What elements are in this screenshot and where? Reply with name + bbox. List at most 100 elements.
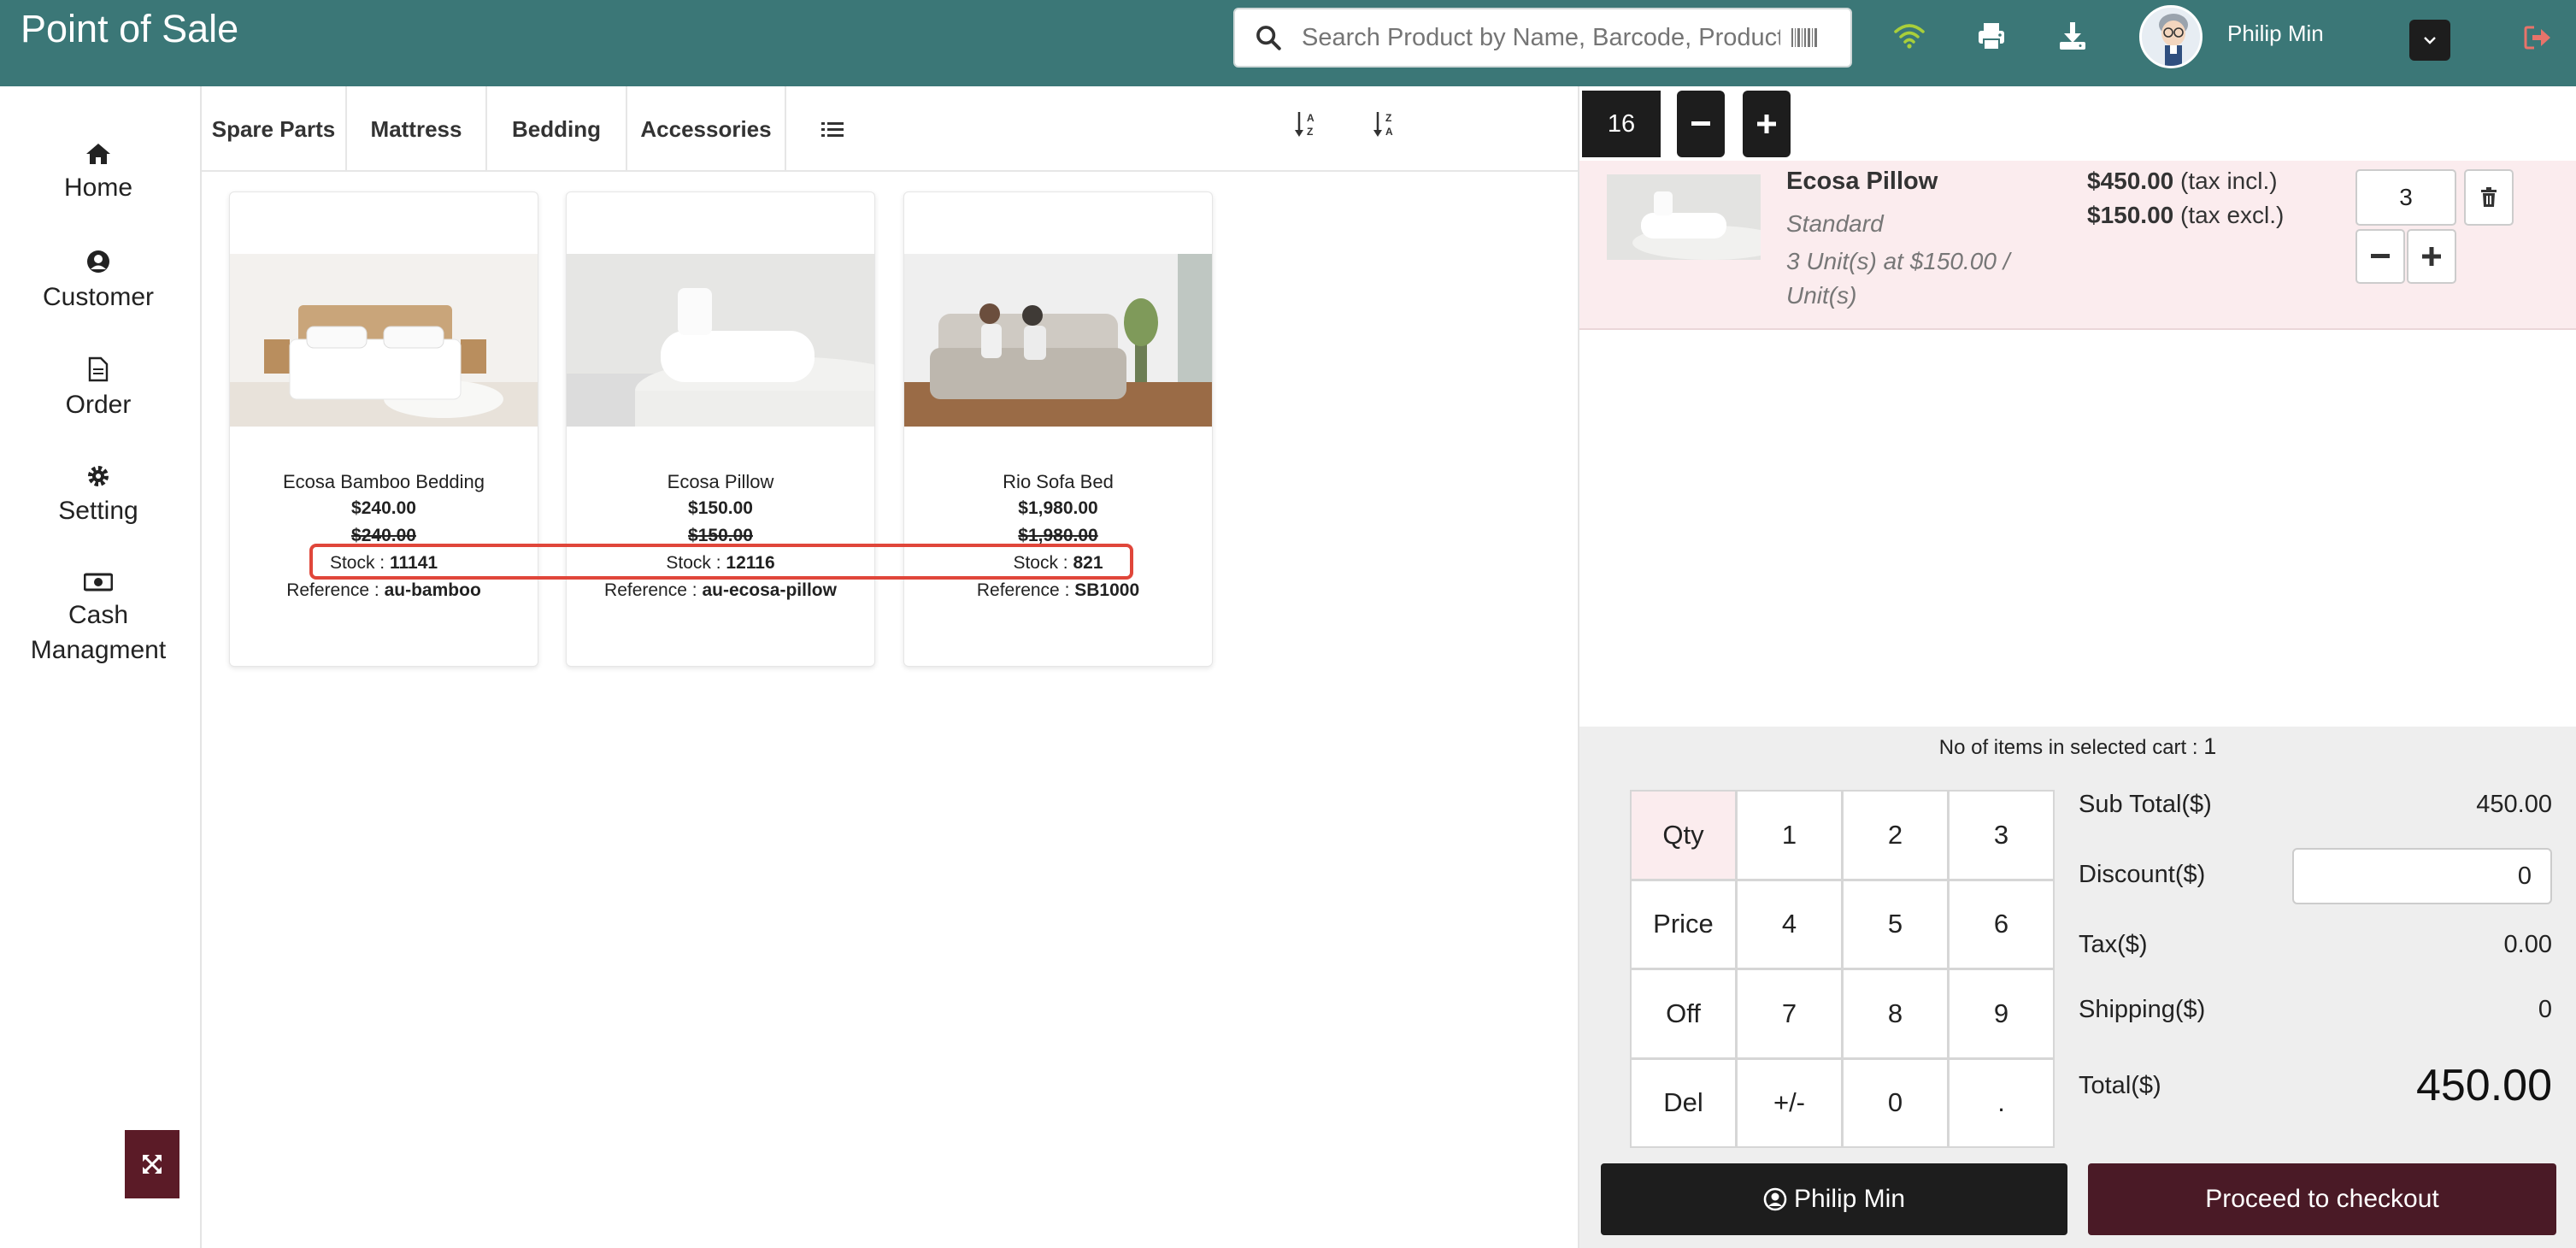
numpad-key-7[interactable]: 7: [1736, 968, 1843, 1059]
sidebar-item-label: Setting: [58, 497, 138, 525]
items-count-value: 1: [2203, 733, 2217, 759]
product-card-rio-sofa-bed[interactable]: Rio Sofa Bed $1,980.00 $1,980.00 Stock :…: [903, 191, 1213, 667]
shipping-label: Shipping($): [2079, 996, 2206, 1023]
sidebar-item-label: Cash Managment: [30, 601, 167, 664]
user-circle-icon: [1763, 1187, 1787, 1211]
total-label: Total($): [2079, 1072, 2161, 1099]
delete-item-button[interactable]: [2464, 169, 2514, 226]
sidebar-item-home[interactable]: Home: [0, 143, 197, 205]
increase-qty-button[interactable]: [2407, 229, 2456, 284]
sort-a-z-icon[interactable]: A Z: [1294, 109, 1320, 138]
remove-cart-button[interactable]: [1677, 91, 1725, 157]
top-bar: Point of Sale Search Product by Name, Ba…: [0, 0, 2576, 86]
print-icon[interactable]: [1974, 19, 2008, 53]
home-icon: [86, 144, 110, 164]
tax-value: 0.00: [2503, 931, 2552, 958]
product-reference: Reference : SB1000: [904, 580, 1212, 601]
sort-z-a-icon[interactable]: Z A: [1373, 109, 1398, 138]
select-customer-button[interactable]: Philip Min: [1601, 1163, 2067, 1235]
cart-item-detail: 3 Unit(s) at $150.00 / Unit(s): [1786, 248, 2010, 309]
subtotal-value: 450.00: [2476, 791, 2552, 818]
app-title: Point of Sale: [21, 7, 239, 50]
stock-highlight-annotation: [309, 544, 1133, 580]
numpad-key-3[interactable]: 3: [1948, 790, 2055, 880]
sidebar-item-cash-managment[interactable]: Cash Managment: [0, 572, 197, 668]
product-name: Ecosa Pillow: [667, 471, 774, 492]
numpad-key-decimal[interactable]: .: [1948, 1057, 2055, 1148]
numpad-key-6[interactable]: 6: [1948, 879, 2055, 969]
product-card-ecosa-bamboo-bedding[interactable]: Ecosa Bamboo Bedding $240.00 $240.00 Sto…: [229, 191, 538, 667]
svg-text:Z: Z: [1385, 112, 1391, 124]
product-image: [230, 254, 538, 427]
cart-number-button[interactable]: 16: [1582, 91, 1661, 157]
add-cart-button[interactable]: [1743, 91, 1791, 157]
list-view-button[interactable]: [786, 86, 879, 172]
sidebar-item-setting[interactable]: Setting: [0, 464, 197, 528]
minus-icon: [2371, 254, 2390, 258]
trash-icon: [2481, 187, 2497, 207]
shipping-value: 0: [2538, 996, 2552, 1023]
cart-item-price-incl: $450.00 (tax incl.): [2087, 168, 2278, 195]
category-tab-bedding[interactable]: Bedding: [487, 86, 627, 172]
discount-input[interactable]: 0: [2292, 848, 2552, 904]
reference-label: Reference :: [604, 580, 703, 600]
barcode-icon[interactable]: [1791, 26, 1818, 49]
numpad-key-qty[interactable]: Qty: [1630, 790, 1737, 880]
numpad-key-off[interactable]: Off: [1630, 968, 1737, 1059]
product-price: $1,980.00: [1018, 498, 1098, 518]
category-tab-spare-parts[interactable]: Spare Parts: [202, 86, 347, 172]
svg-text:A: A: [1385, 126, 1393, 138]
checkout-button[interactable]: Proceed to checkout: [2088, 1163, 2556, 1235]
numpad-key-del[interactable]: Del: [1630, 1057, 1737, 1148]
category-tab-accessories[interactable]: Accessories: [627, 86, 786, 172]
sidebar-item-label: Home: [63, 174, 133, 202]
chevron-down-icon: [2424, 37, 2436, 44]
cart-item-quantity-input[interactable]: 3: [2355, 169, 2456, 226]
numpad-key-9[interactable]: 9: [1948, 968, 2055, 1059]
numpad-key-1[interactable]: 1: [1736, 790, 1843, 880]
expand-icon: [143, 1155, 162, 1174]
product-reference: Reference : au-ecosa-pillow: [567, 580, 874, 601]
fullscreen-button[interactable]: [125, 1130, 179, 1198]
product-reference: Reference : au-bamboo: [230, 580, 538, 601]
money-icon: [84, 573, 113, 592]
search-icon: [1256, 26, 1281, 50]
avatar[interactable]: [2139, 5, 2203, 68]
wifi-icon: [1894, 24, 1925, 49]
reference-label: Reference :: [976, 580, 1075, 600]
logout-icon[interactable]: [2523, 24, 2552, 51]
numpad-key-5[interactable]: 5: [1842, 879, 1949, 969]
numpad-key-price[interactable]: Price: [1630, 879, 1737, 969]
svg-text:A: A: [1307, 112, 1314, 124]
product-card-ecosa-pillow[interactable]: Ecosa Pillow $150.00 $150.00 Stock : 121…: [566, 191, 875, 667]
discount-label: Discount($): [2079, 861, 2206, 888]
list-icon: [821, 122, 844, 137]
numpad-key-sign[interactable]: +/-: [1736, 1057, 1843, 1148]
sidebar-item-customer[interactable]: Customer: [0, 249, 197, 315]
total-value: 450.00: [2415, 1061, 2552, 1110]
sidebar-item-order[interactable]: Order: [0, 356, 197, 422]
product-price: $150.00: [688, 498, 753, 518]
minus-icon: [1691, 121, 1710, 126]
cart-item-image: [1607, 174, 1761, 260]
sidebar-item-label: Order: [65, 391, 132, 419]
numpad-key-8[interactable]: 8: [1842, 968, 1949, 1059]
product-name: Ecosa Bamboo Bedding: [282, 471, 485, 492]
svg-text:Z: Z: [1307, 126, 1313, 138]
price-excl-value: $150.00: [2087, 202, 2174, 228]
reference-label: Reference :: [286, 580, 385, 600]
numpad-key-0[interactable]: 0: [1842, 1057, 1949, 1148]
user-dropdown-button[interactable]: [2409, 20, 2450, 61]
search-box[interactable]: [1233, 8, 1852, 68]
category-tab-mattress[interactable]: Mattress: [347, 86, 487, 172]
price-excl-label: (tax excl.): [2173, 202, 2285, 228]
price-incl-label: (tax incl.): [2173, 168, 2278, 194]
decrease-qty-button[interactable]: [2355, 229, 2405, 284]
search-input[interactable]: [1302, 23, 1780, 52]
subtotal-label: Sub Total($): [2079, 791, 2212, 818]
product-image: [904, 254, 1212, 427]
numpad-key-2[interactable]: 2: [1842, 790, 1949, 880]
reference-value: au-ecosa-pillow: [702, 580, 837, 600]
download-icon[interactable]: [2056, 19, 2090, 53]
numpad-key-4[interactable]: 4: [1736, 879, 1843, 969]
